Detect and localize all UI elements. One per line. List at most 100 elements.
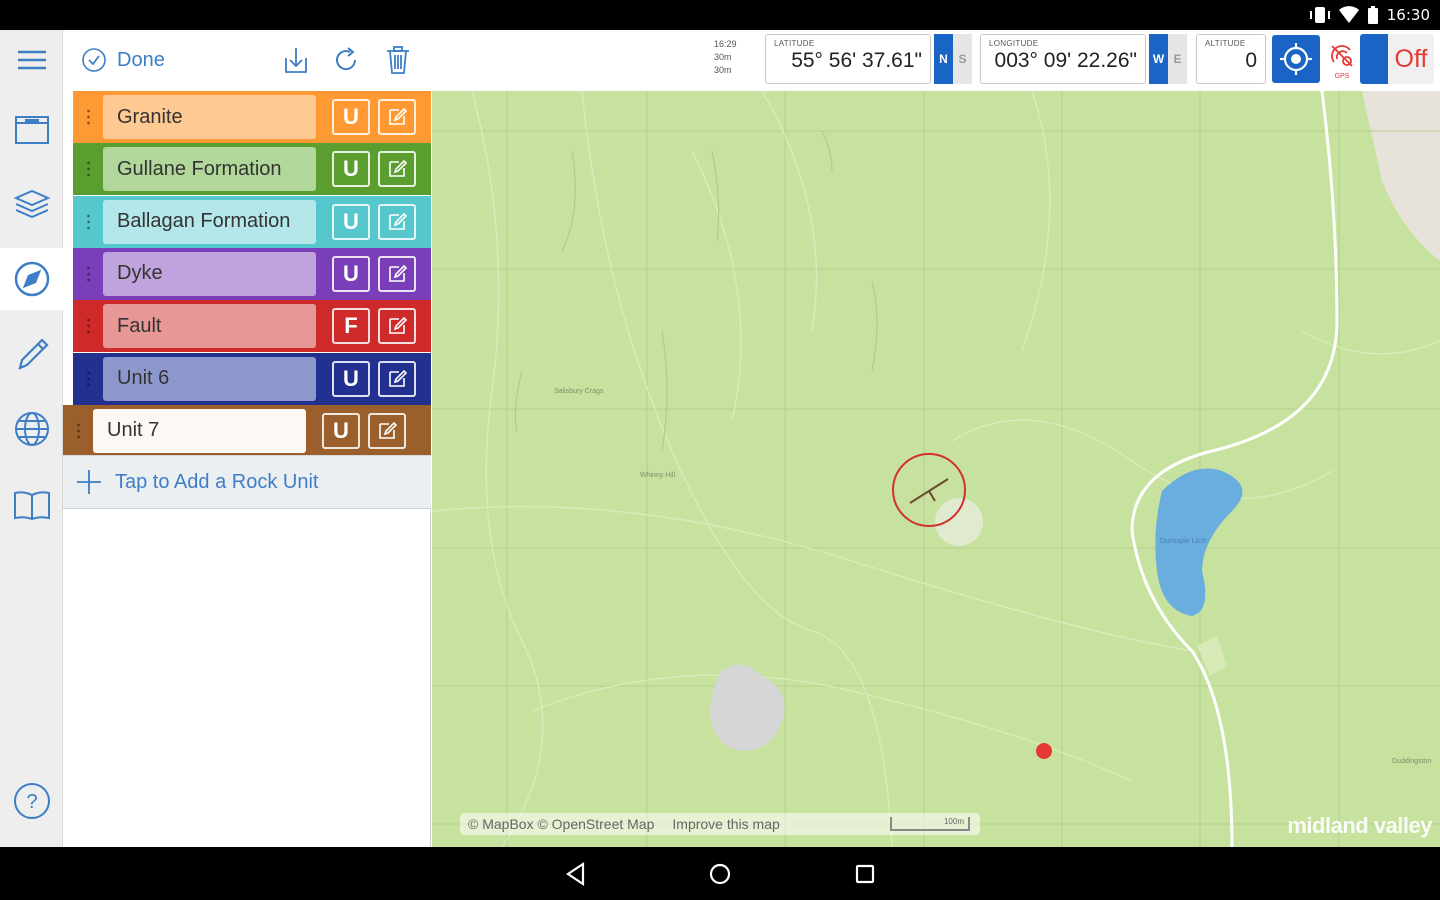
add-rock-unit-button[interactable]: Tap to Add a Rock Unit — [63, 455, 431, 509]
rock-unit-row[interactable]: Dyke U — [73, 247, 431, 300]
edit-icon — [389, 264, 408, 282]
latitude-field[interactable]: LATITUDE 55° 56' 37.61" — [765, 34, 931, 84]
gps-label: GPS — [1334, 73, 1350, 80]
rock-unit-row[interactable]: Granite U — [73, 91, 431, 143]
south-option[interactable]: S — [953, 34, 972, 84]
rock-unit-row[interactable]: Fault F — [73, 300, 431, 353]
pencil-icon — [17, 338, 49, 370]
done-label: Done — [117, 48, 165, 71]
edit-unit-button[interactable] — [378, 99, 416, 135]
edit-icon — [389, 212, 408, 230]
rock-unit-name[interactable]: Gullane Formation — [103, 147, 316, 192]
edit-unit-button[interactable] — [378, 151, 416, 188]
drag-handle-icon[interactable] — [63, 405, 93, 457]
locate-button[interactable] — [1272, 35, 1320, 83]
done-button[interactable]: Done — [81, 47, 165, 73]
map-label-whinny-hill: Whinny Hill — [640, 472, 675, 479]
gps-horizontal-accuracy: 30m — [714, 52, 732, 62]
gps-toggle-knob — [1360, 34, 1388, 84]
unit-type-button[interactable]: U — [332, 203, 370, 240]
menu-icon — [17, 50, 46, 70]
download-icon[interactable] — [281, 44, 311, 76]
unit-type-button[interactable]: U — [332, 151, 370, 188]
projects-button[interactable] — [0, 97, 63, 159]
drag-handle-icon[interactable] — [73, 353, 103, 405]
unit-type-button[interactable]: U — [332, 360, 370, 397]
brand-logo: midland valley — [1287, 813, 1432, 838]
edit-unit-button[interactable] — [368, 412, 406, 449]
improve-map-link[interactable]: Improve this map — [672, 816, 779, 832]
map-attribution: © MapBox © OpenStreet Map Improve this m… — [460, 813, 980, 835]
gps-toggle[interactable]: Off — [1360, 34, 1434, 84]
location-point[interactable] — [1036, 743, 1052, 759]
west-option[interactable]: W — [1149, 34, 1168, 84]
battery-icon — [1367, 6, 1378, 24]
edit-unit-button[interactable] — [378, 255, 416, 292]
rock-unit-panel: Done Granite U Gullane Formation U Ballagan … — [63, 30, 431, 847]
accuracy-halo — [935, 498, 983, 546]
drag-handle-icon[interactable] — [73, 196, 103, 248]
check-circle-icon — [82, 48, 106, 72]
longitude-hemisphere[interactable]: W E — [1149, 34, 1187, 84]
rock-unit-row[interactable]: Unit 6 U — [73, 352, 431, 405]
home-icon[interactable] — [706, 860, 734, 888]
rock-unit-name[interactable]: Unit 7 — [93, 408, 306, 453]
edit-icon — [379, 421, 398, 439]
edit-icon — [389, 317, 408, 334]
unit-type-button[interactable]: U — [332, 99, 370, 135]
wifi-icon — [1338, 6, 1359, 23]
layers-button[interactable] — [0, 173, 63, 235]
draw-button[interactable] — [0, 323, 63, 385]
scale-label: 100m — [943, 817, 964, 826]
map-label-duddingston: Duddingston — [1392, 758, 1431, 765]
refresh-icon[interactable] — [331, 44, 361, 76]
altitude-label: ALTITUDE — [1205, 39, 1246, 48]
north-option[interactable]: N — [934, 34, 953, 84]
back-icon[interactable] — [562, 860, 590, 888]
rock-unit-row[interactable]: Gullane Formation U — [73, 143, 431, 196]
map-label-salisbury: Salisbury Crags — [554, 388, 604, 395]
notebook-button[interactable] — [0, 474, 63, 536]
drag-handle-icon[interactable] — [73, 248, 103, 300]
add-rock-unit-label: Tap to Add a Rock Unit — [115, 470, 319, 493]
menu-button[interactable] — [0, 30, 63, 92]
layers-icon — [13, 189, 50, 219]
drag-handle-icon[interactable] — [73, 91, 103, 143]
longitude-value: 003° 09' 22.26" — [994, 49, 1137, 72]
unit-type-button[interactable]: F — [332, 308, 370, 345]
longitude-label: LONGITUDE — [989, 39, 1039, 48]
rock-unit-name[interactable]: Granite — [103, 95, 316, 139]
gps-off-icon — [1331, 45, 1353, 67]
trash-icon[interactable] — [383, 44, 413, 76]
gps-time: 16:29 — [714, 39, 737, 49]
help-icon: ? — [13, 783, 50, 819]
recents-icon[interactable] — [851, 860, 879, 888]
east-option[interactable]: E — [1168, 34, 1187, 84]
rock-unit-name[interactable]: Fault — [103, 304, 316, 349]
gps-toggle-label: Off — [1388, 34, 1434, 84]
drag-handle-icon[interactable] — [73, 300, 103, 352]
latitude-value: 55° 56' 37.61" — [791, 49, 922, 72]
unit-type-button[interactable]: U — [332, 255, 370, 292]
edit-unit-button[interactable] — [378, 360, 416, 397]
latitude-hemisphere[interactable]: N S — [934, 34, 972, 84]
rock-unit-row[interactable]: Ballagan Formation U — [73, 195, 431, 248]
help-button[interactable]: ? — [0, 770, 63, 832]
rock-unit-row[interactable]: Unit 7 U — [63, 404, 431, 457]
unit-type-button[interactable]: U — [322, 412, 360, 449]
map-view[interactable]: Salisbury Crags Whinny Hill Dunsapie Loc… — [432, 91, 1440, 847]
book-icon — [13, 491, 50, 521]
gps-accuracy: 16:29 30m 30m — [714, 38, 737, 77]
panel-toolbar: Done — [63, 30, 431, 91]
drag-handle-icon[interactable] — [73, 143, 103, 195]
maps-button[interactable] — [0, 398, 63, 460]
compass-button[interactable] — [0, 248, 63, 310]
altitude-field[interactable]: ALTITUDE 0 — [1196, 34, 1266, 84]
rock-unit-name[interactable]: Unit 6 — [103, 356, 316, 401]
edit-unit-button[interactable] — [378, 203, 416, 240]
coordinate-bar: 16:29 30m 30m LATITUDE 55° 56' 37.61" N … — [432, 30, 1440, 91]
rock-unit-name[interactable]: Ballagan Formation — [103, 199, 316, 244]
edit-unit-button[interactable] — [378, 308, 416, 345]
rock-unit-name[interactable]: Dyke — [103, 251, 316, 296]
longitude-field[interactable]: LONGITUDE 003° 09' 22.26" — [980, 34, 1146, 84]
